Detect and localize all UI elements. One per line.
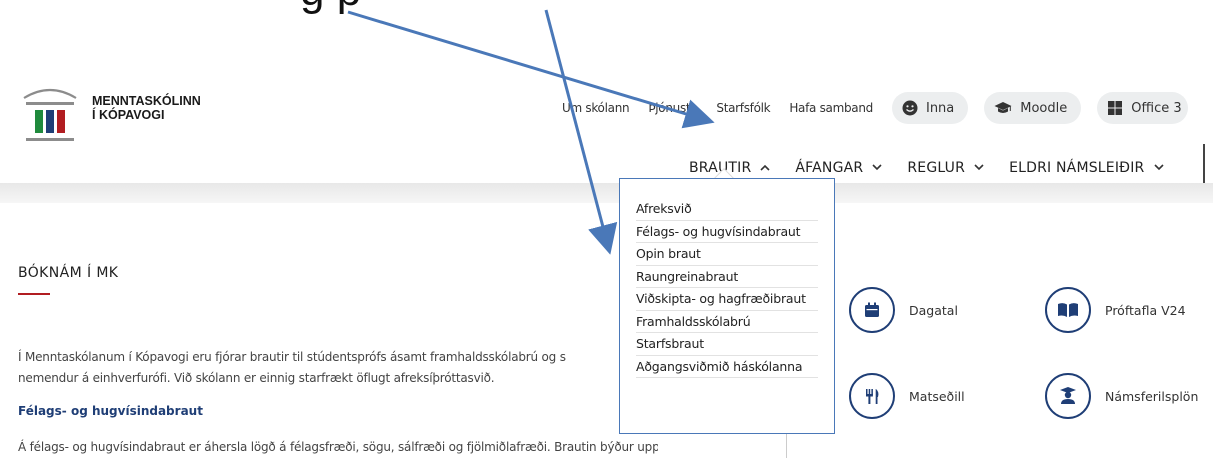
main-nav: BRAUTIR ÁFANGAR REGLUR ELDRI NÁMSLEIÐIR	[689, 160, 1189, 176]
nav-eldri-label: ELDRI NÁMSLEIÐIR	[1009, 160, 1145, 176]
logo-line-1: MENNTASKÓLINN	[92, 94, 201, 108]
utility-nav: Um skólann Þjónusta Starfsfólk Hafa samb…	[562, 92, 1188, 124]
chevron-down-icon	[974, 163, 984, 174]
util-link-about[interactable]: Um skólann	[562, 101, 630, 115]
brautir-menu-list: Afreksvið Félags- og hugvísindabraut Opi…	[636, 198, 818, 378]
quicklink-study-plans-label: Námsferilsplön	[1105, 388, 1199, 404]
intro-paragraph-line-1: Í Menntaskólanum í Kópavogi eru fjórar b…	[18, 350, 566, 364]
intro-paragraph-line-2: nemendur á einhverfurófi. Við skólann er…	[18, 371, 495, 385]
fork-knife-icon	[849, 373, 895, 419]
open-book-icon	[1045, 287, 1091, 333]
quicklink-menu-label: Matseðill	[909, 388, 965, 404]
school-logo[interactable]: MENNTASKÓLINN Í KÓPAVOGI	[20, 78, 280, 148]
nav-reglur[interactable]: REGLUR	[907, 160, 984, 176]
nav-afangar-label: ÁFANGAR	[795, 160, 864, 176]
quicklink-study-plans[interactable]: Námsferilsplön	[1045, 373, 1198, 419]
chevron-down-icon	[1153, 163, 1164, 174]
column-divider	[786, 432, 787, 458]
cropped-heading-fragment: g p	[300, 0, 361, 16]
office-button[interactable]: Office 3	[1097, 92, 1188, 124]
util-link-services[interactable]: Þjónusta	[648, 101, 697, 115]
quicklink-menu[interactable]: Matseðill	[849, 373, 965, 419]
page-title: BÓKNÁM Í MK	[18, 265, 119, 281]
section-subheading[interactable]: Félags- og hugvísindabraut	[18, 404, 203, 418]
calendar-icon	[849, 287, 895, 333]
title-underline	[18, 293, 50, 295]
chevron-down-icon	[872, 163, 882, 174]
office-label: Office 3	[1131, 100, 1182, 116]
arrow-to-dropdown	[544, 9, 618, 255]
nav-reglur-label: REGLUR	[907, 160, 966, 176]
quicklink-exam-schedule[interactable]: Próftafla V24	[1045, 287, 1186, 333]
logo-emblem-icon	[23, 88, 77, 141]
smiley-icon	[902, 100, 918, 116]
menu-item-felags-hugvisindabraut[interactable]: Félags- og hugvísindabraut	[636, 221, 818, 243]
menu-item-afreksvid[interactable]: Afreksvið	[636, 198, 818, 221]
util-link-contact[interactable]: Hafa samband	[789, 101, 873, 115]
menu-item-adgangsvidmid[interactable]: Aðgangsviðmið háskólanna	[636, 356, 818, 378]
annotation-arrows	[347, 9, 715, 255]
inna-button[interactable]: Inna	[891, 92, 969, 124]
quicklink-calendar-label: Dagatal	[909, 302, 958, 318]
menu-item-opin-braut[interactable]: Opin braut	[636, 243, 818, 266]
chevron-up-icon	[760, 163, 770, 174]
logo-text: MENNTASKÓLINN Í KÓPAVOGI	[92, 94, 201, 122]
menu-item-starfsbraut[interactable]: Starfsbraut	[636, 333, 818, 356]
student-icon	[1045, 373, 1091, 419]
util-link-staff[interactable]: Starfsfólk	[716, 101, 770, 115]
moodle-label: Moodle	[1020, 100, 1068, 116]
quicklink-calendar[interactable]: Dagatal	[849, 287, 958, 333]
graduation-cap-icon	[994, 102, 1012, 113]
moodle-button[interactable]: Moodle	[984, 92, 1082, 124]
nav-eldri-namsleidir[interactable]: ELDRI NÁMSLEIÐIR	[1009, 160, 1164, 176]
menu-item-raungreinabraut[interactable]: Raungreinabraut	[636, 266, 818, 288]
nav-afangar[interactable]: ÁFANGAR	[795, 160, 882, 176]
section-paragraph: Á félags- og hugvísindabraut er áhersla …	[18, 440, 658, 454]
office-grid-icon	[1108, 101, 1123, 115]
menu-item-framhaldsskolabru[interactable]: Framhaldsskólabrú	[636, 311, 818, 333]
logo-line-2: Í KÓPAVOGI	[92, 108, 165, 122]
menu-item-vidskipta-hagfraedibraut[interactable]: Viðskipta- og hagfræðibraut	[636, 288, 818, 311]
header-shadow-band	[0, 183, 1213, 203]
inna-label: Inna	[925, 100, 955, 116]
quicklink-exam-schedule-label: Próftafla V24	[1105, 302, 1186, 318]
nav-divider	[1203, 144, 1205, 184]
